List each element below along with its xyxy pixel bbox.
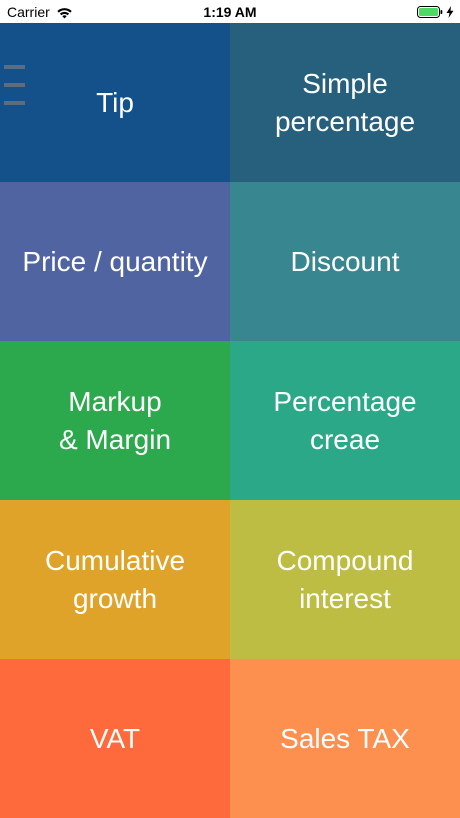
status-time: 1:19 AM (203, 4, 257, 20)
tile-price-quantity[interactable]: Price / quantity (0, 182, 230, 341)
tile-simple-percentage[interactable]: Simple percentage (230, 23, 460, 182)
charging-bolt-icon (446, 5, 454, 18)
tile-sales-tax[interactable]: Sales TAX (230, 659, 460, 818)
tile-label: Markup & Margin (58, 385, 172, 455)
tile-markup-margin[interactable]: Markup & Margin (0, 341, 230, 500)
tile-vat[interactable]: VAT (0, 659, 230, 818)
tile-label: VAT (89, 722, 141, 754)
tile-label: Discount (290, 245, 400, 277)
status-right (417, 5, 454, 18)
tile-label: Percentage creae (273, 385, 417, 455)
hamburger-menu-icon[interactable] (4, 65, 25, 105)
tile-discount[interactable]: Discount (230, 182, 460, 341)
calculator-grid: Tip Simple percentage Price / quantity D… (0, 23, 460, 818)
tile-tip[interactable]: Tip (0, 23, 230, 182)
tile-label: Simple percentage (274, 67, 416, 137)
tile-label: Cumulative growth (44, 544, 186, 614)
tile-label: Compound interest (276, 544, 414, 614)
tile-label: Tip (96, 86, 134, 118)
status-bar: Carrier 1:19 AM (0, 0, 460, 23)
tile-cumulative-growth[interactable]: Cumulative growth (0, 500, 230, 659)
battery-icon (417, 5, 443, 18)
tile-label: Price / quantity (22, 245, 208, 277)
tile-label: Sales TAX (280, 722, 410, 754)
tile-percentage-increase[interactable]: Percentage creae (230, 341, 460, 500)
tile-compound-interest[interactable]: Compound interest (230, 500, 460, 659)
